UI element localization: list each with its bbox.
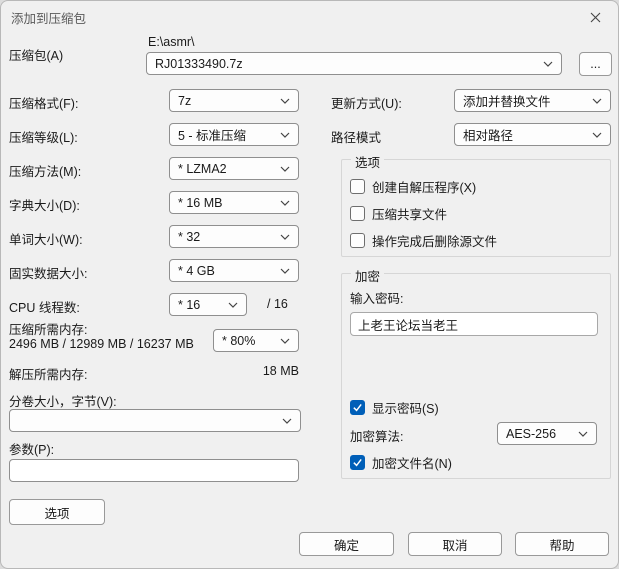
- chevron-down-icon: [282, 418, 292, 424]
- word-size-value: * 32: [178, 229, 201, 244]
- dictionary-label: 字典大小(D):: [9, 199, 80, 213]
- chevron-down-icon: [592, 132, 602, 138]
- memory-compress-label: 压缩所需内存:: [9, 323, 88, 337]
- format-value: 7z: [178, 93, 192, 108]
- chevron-down-icon: [280, 338, 290, 344]
- dialog-title: 添加到压缩包: [11, 12, 87, 26]
- cpu-threads-label: CPU 线程数:: [9, 301, 80, 315]
- chevron-down-icon: [280, 234, 290, 240]
- path-mode-label: 路径模式: [331, 131, 382, 145]
- chevron-down-icon: [280, 166, 290, 172]
- chevron-down-icon: [592, 98, 602, 104]
- archive-name-value: RJ01333490.7z: [155, 56, 243, 71]
- checkbox-label: 加密文件名(N): [372, 456, 452, 471]
- checkbox-compress-shared[interactable]: 压缩共享文件: [350, 204, 447, 222]
- chevron-down-icon: [280, 268, 290, 274]
- method-combo[interactable]: * LZMA2: [169, 157, 299, 180]
- solid-block-label: 固实数据大小:: [9, 267, 88, 281]
- level-label: 压缩等级(L):: [9, 131, 78, 145]
- dictionary-value: * 16 MB: [178, 195, 223, 210]
- options-button[interactable]: 选项: [9, 499, 105, 525]
- checkbox-encrypt-filenames[interactable]: 加密文件名(N): [350, 453, 452, 471]
- archive-name-combo[interactable]: RJ01333490.7z: [146, 52, 562, 75]
- title-bar: 添加到压缩包: [1, 1, 618, 31]
- checkbox-label: 创建自解压程序(X): [372, 180, 477, 195]
- encryption-group: 加密 输入密码: 显示密码(S) 加密算法: AES-256 加密文件名(N): [341, 266, 611, 479]
- chevron-down-icon: [280, 200, 290, 206]
- checkbox-box[interactable]: [350, 178, 365, 194]
- close-icon: [590, 12, 600, 22]
- cancel-button[interactable]: 取消: [408, 532, 502, 556]
- chevron-down-icon: [578, 431, 588, 437]
- checkbox-box[interactable]: [350, 232, 365, 248]
- checkbox-label: 显示密码(S): [372, 401, 439, 416]
- cpu-threads-combo[interactable]: * 16: [169, 293, 247, 316]
- level-value: 5 - 标准压缩: [178, 129, 247, 143]
- browse-button[interactable]: ...: [579, 52, 612, 76]
- dictionary-combo[interactable]: * 16 MB: [169, 191, 299, 214]
- checkbox-delete-after[interactable]: 操作完成后删除源文件: [350, 231, 497, 249]
- encryption-method-label: 加密算法:: [350, 430, 404, 444]
- memory-decompress-label: 解压所需内存:: [9, 368, 88, 382]
- add-to-archive-dialog: 添加到压缩包 压缩包(A) E:\asmr\ RJ01333490.7z ...…: [0, 0, 619, 569]
- format-combo[interactable]: 7z: [169, 89, 299, 112]
- checkbox-label: 操作完成后删除源文件: [372, 234, 498, 249]
- checkbox-box[interactable]: [350, 454, 365, 470]
- parameters-label: 参数(P):: [9, 443, 55, 457]
- checkbox-create-sfx[interactable]: 创建自解压程序(X): [350, 177, 476, 195]
- word-size-combo[interactable]: * 32: [169, 225, 299, 248]
- options-group: 选项 创建自解压程序(X) 压缩共享文件 操作完成后删除源文件: [341, 152, 611, 257]
- update-mode-label: 更新方式(U):: [331, 97, 402, 111]
- update-mode-combo[interactable]: 添加并替换文件: [454, 89, 611, 112]
- volume-size-label: 分卷大小，字节(V):: [9, 395, 117, 409]
- encryption-method-combo[interactable]: AES-256: [497, 422, 597, 445]
- chevron-down-icon: [280, 132, 290, 138]
- solid-block-value: * 4 GB: [178, 263, 215, 278]
- checkbox-box[interactable]: [350, 399, 365, 415]
- solid-block-combo[interactable]: * 4 GB: [169, 259, 299, 282]
- checkbox-show-password[interactable]: 显示密码(S): [350, 398, 439, 416]
- chevron-down-icon: [228, 302, 238, 308]
- chevron-down-icon: [280, 98, 290, 104]
- memory-compress-detail: 2496 MB / 12989 MB / 16237 MB: [9, 337, 194, 351]
- path-mode-combo[interactable]: 相对路径: [454, 123, 611, 146]
- archive-label: 压缩包(A): [9, 49, 64, 63]
- memory-compress-combo[interactable]: * 80%: [213, 329, 299, 352]
- level-combo[interactable]: 5 - 标准压缩: [169, 123, 299, 146]
- ok-button[interactable]: 确定: [299, 532, 394, 556]
- volume-size-combo[interactable]: [9, 409, 301, 432]
- checkbox-label: 压缩共享文件: [372, 207, 448, 222]
- method-value: * LZMA2: [178, 161, 227, 176]
- cpu-threads-total: / 16: [267, 297, 288, 311]
- format-label: 压缩格式(F):: [9, 97, 79, 111]
- update-mode-value: 添加并替换文件: [463, 95, 551, 109]
- chevron-down-icon: [543, 61, 553, 67]
- close-button[interactable]: [582, 6, 608, 28]
- password-input[interactable]: [350, 312, 598, 336]
- checkbox-box[interactable]: [350, 205, 365, 221]
- encryption-method-value: AES-256: [506, 426, 557, 441]
- word-size-label: 单词大小(W):: [9, 233, 83, 247]
- archive-directory: E:\asmr\: [148, 35, 195, 49]
- memory-compress-value: * 80%: [222, 333, 256, 348]
- parameters-input[interactable]: [9, 459, 299, 482]
- options-group-title: 选项: [351, 152, 385, 171]
- memory-decompress-value: 18 MB: [262, 364, 299, 378]
- password-label: 输入密码:: [350, 292, 404, 306]
- path-mode-value: 相对路径: [463, 129, 514, 143]
- method-label: 压缩方法(M):: [9, 165, 82, 179]
- cpu-threads-value: * 16: [178, 297, 201, 312]
- encryption-group-title: 加密: [351, 266, 385, 285]
- help-button[interactable]: 帮助: [515, 532, 609, 556]
